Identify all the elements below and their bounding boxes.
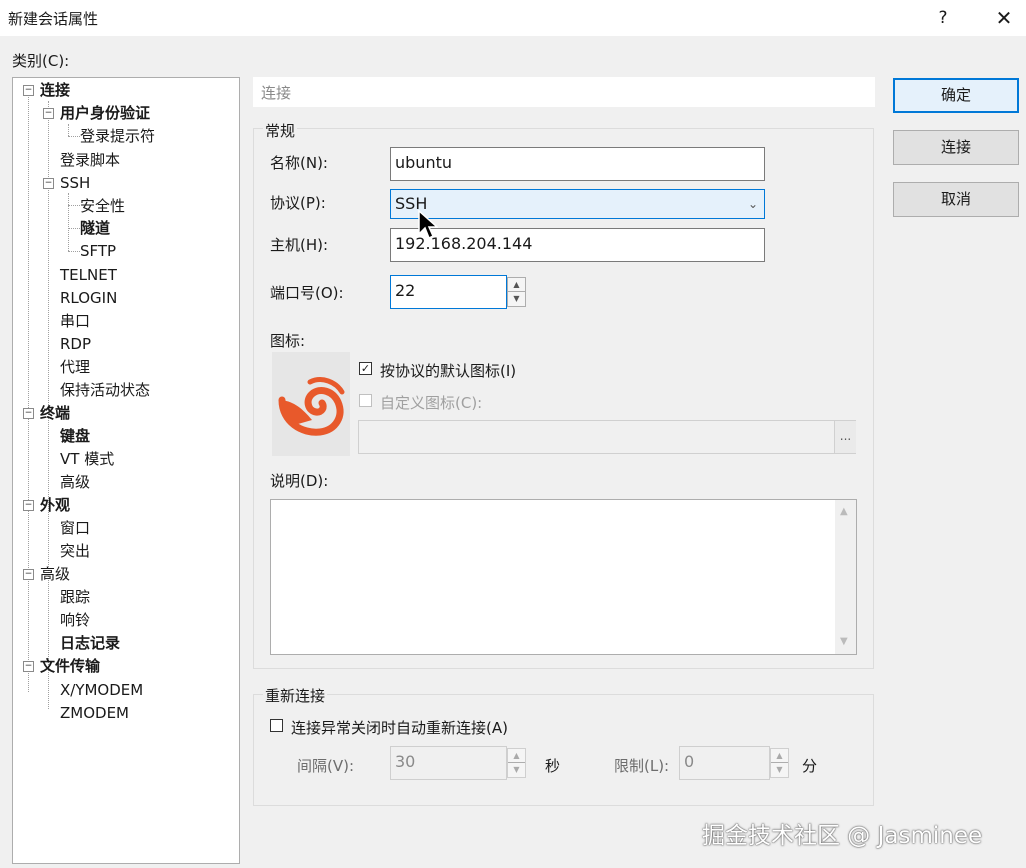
protocol-select[interactable]: SSH ⌄ [390,189,765,219]
default-icon-label: 按协议的默认图标(I) [380,362,517,380]
collapse-toggle[interactable]: − [23,569,34,580]
tree-item-keepalive[interactable]: 保持活动状态 [60,380,150,400]
tree-item-auth[interactable]: 用户身份验证 [60,103,150,123]
tree-item-highlight[interactable]: 突出 [60,541,90,561]
icon-label: 图标: [270,332,306,350]
tree-item-sftp[interactable]: SFTP [80,241,116,261]
tree-item-login-prompt[interactable]: 登录提示符 [80,126,155,146]
auto-reconnect-checkbox[interactable] [270,719,283,732]
tree-item-security[interactable]: 安全性 [80,196,125,216]
default-icon-checkbox[interactable]: ✓ [359,362,372,375]
port-input[interactable]: 22 [390,275,507,309]
collapse-toggle[interactable]: − [43,108,54,119]
icon-preview [272,352,350,456]
spin-up-icon[interactable]: ▲ [508,278,525,292]
tree-line [68,124,69,136]
collapse-toggle[interactable]: − [23,85,34,96]
tree-item-tunnel[interactable]: 隧道 [80,218,110,238]
custom-icon-label: 自定义图标(C): [380,394,483,412]
custom-icon-path-input[interactable] [358,420,856,454]
window-title: 新建会话属性 [8,10,99,28]
tree-line [68,193,69,251]
description-textarea[interactable] [270,499,857,655]
limit-unit: 分 [802,757,818,775]
section-header: 连接 [253,77,875,107]
spin-up-icon[interactable]: ▲ [508,749,525,763]
section-header-text: 连接 [261,84,292,102]
tree-item-telnet[interactable]: TELNET [60,265,117,285]
spin-up-icon[interactable]: ▲ [771,749,788,763]
tree-item-serial[interactable]: 串口 [60,311,90,331]
tree-item-bell[interactable]: 响铃 [60,610,90,630]
collapse-toggle[interactable]: − [43,178,54,189]
scroll-down-icon[interactable]: ▼ [840,636,848,647]
collapse-toggle[interactable]: − [23,500,34,511]
general-group-title: 常规 [263,120,298,141]
name-input[interactable]: ubuntu [390,147,765,181]
protocol-label: 协议(P): [270,194,326,212]
description-scrollbar[interactable]: ▲ ▼ [835,500,856,654]
tree-line [68,205,80,206]
auto-reconnect-label: 连接异常关闭时自动重新连接(A) [291,719,508,737]
name-label: 名称(N): [270,154,328,172]
tree-item-zmodem[interactable]: ZMODEM [60,703,129,723]
cancel-button[interactable]: 取消 [893,182,1019,217]
limit-spinner[interactable]: ▲ ▼ [770,748,789,778]
tree-line [68,228,80,229]
tree-item-terminal[interactable]: 终端 [40,403,70,423]
custom-icon-checkbox[interactable] [359,394,372,407]
tree-item-appearance[interactable]: 外观 [40,495,70,515]
tree-item-vt-mode[interactable]: VT 模式 [60,449,114,469]
mouse-cursor-icon [418,210,438,240]
interval-label: 间隔(V): [297,757,355,775]
checkmark-icon: ✓ [360,362,371,375]
interval-input[interactable]: 30 [390,746,507,780]
port-label: 端口号(O): [270,284,344,302]
tree-item-file-transfer[interactable]: 文件传输 [40,656,100,676]
tree-item-window[interactable]: 窗口 [60,518,90,538]
ok-button[interactable]: 确定 [893,78,1019,113]
tree-item-advanced[interactable]: 高级 [40,564,70,584]
interval-spinner[interactable]: ▲ ▼ [507,748,526,778]
help-button[interactable]: ? [928,4,958,32]
collapse-toggle[interactable]: − [23,408,34,419]
interval-unit: 秒 [545,757,561,775]
tree-item-logging[interactable]: 日志记录 [60,633,120,653]
host-input[interactable]: 192.168.204.144 [390,228,765,262]
connect-button[interactable]: 连接 [893,130,1019,165]
close-button[interactable]: ✕ [986,4,1022,32]
host-label: 主机(H): [270,236,329,254]
reconnect-group-title: 重新连接 [263,685,328,706]
tree-item-ssh[interactable]: SSH [60,173,90,193]
tree-item-xymodem[interactable]: X/YMODEM [60,680,143,700]
limit-input[interactable]: 0 [679,746,770,780]
spin-down-icon[interactable]: ▼ [508,292,525,306]
description-label: 说明(D): [270,472,329,490]
scroll-up-icon[interactable]: ▲ [840,506,848,517]
port-spinner[interactable]: ▲ ▼ [507,277,526,307]
category-label: 类别(C): [12,52,70,70]
tree-line [68,136,80,137]
tree-item-rdp[interactable]: RDP [60,334,91,354]
tree-item-keyboard[interactable]: 键盘 [60,426,90,446]
spin-down-icon[interactable]: ▼ [508,763,525,777]
tree-item-trace[interactable]: 跟踪 [60,587,90,607]
watermark: 掘金技术社区 @ Jasminee [702,823,983,849]
tree-line [28,97,29,692]
collapse-toggle[interactable]: − [23,661,34,672]
xshell-swirl-icon [278,377,345,436]
category-tree[interactable]: − − − − − − − 连接 用户身份验证 登录提示符 登录脚本 SSH 安… [12,77,240,864]
tree-item-rlogin[interactable]: RLOGIN [60,288,117,308]
tree-item-connection[interactable]: 连接 [40,80,70,100]
tree-item-login-script[interactable]: 登录脚本 [60,150,120,170]
tree-item-terminal-advanced[interactable]: 高级 [60,472,90,492]
browse-button[interactable]: ... [834,421,856,453]
tree-line [68,251,80,252]
limit-label: 限制(L): [614,757,670,775]
spin-down-icon[interactable]: ▼ [771,763,788,777]
tree-item-proxy[interactable]: 代理 [60,357,90,377]
title-bar [0,0,1026,36]
chevron-down-icon: ⌄ [747,197,758,211]
